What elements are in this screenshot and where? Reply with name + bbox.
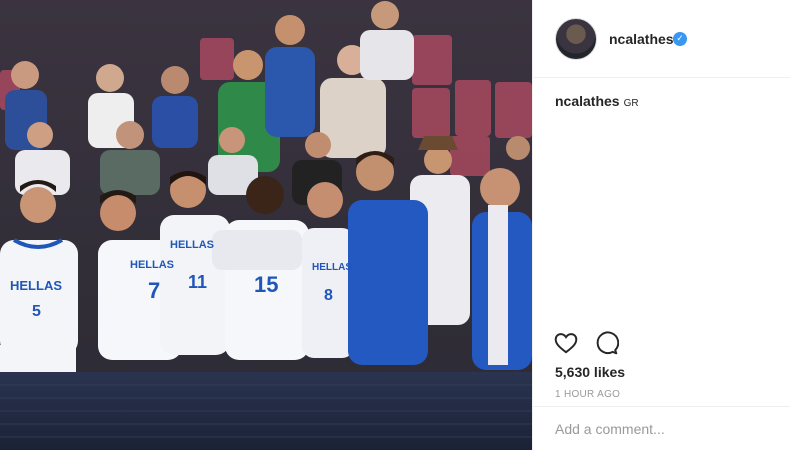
post-header: ncalathes ✓	[533, 0, 790, 78]
jersey-number-2: 7	[148, 278, 160, 303]
jersey-text-1: HELLAS	[10, 278, 62, 293]
likes-count[interactable]: 5,630 likes	[555, 364, 625, 380]
post-side-panel: ncalathes ✓ ncalathes GR 5,630 likes 1 HO…	[532, 0, 790, 450]
basketball-team-photo: HELLAS 5 HELLAS 7 HELLAS 11 15 HELLAS 8	[0, 0, 532, 450]
jersey-text-2: HELLAS	[130, 259, 174, 271]
heart-icon	[554, 333, 578, 354]
post-timestamp[interactable]: 1 HOUR AGO	[555, 389, 620, 400]
comment-input[interactable]	[555, 421, 775, 437]
jersey-number-1: 5	[32, 303, 41, 320]
jersey-number-3: 11	[188, 272, 207, 292]
jersey-number-5: 8	[324, 287, 333, 304]
header-username[interactable]: ncalathes	[609, 31, 674, 47]
post-photo[interactable]: HELLAS 5 HELLAS 7 HELLAS 11 15 HELLAS 8	[0, 0, 532, 450]
comment-bar	[533, 406, 790, 450]
caption-username[interactable]: ncalathes	[555, 93, 620, 109]
comment-icon	[596, 331, 620, 355]
like-button[interactable]	[553, 330, 579, 356]
jersey-text-4: HELLAS	[312, 262, 352, 273]
jersey-number-4: 15	[254, 272, 278, 297]
caption-text: GR	[623, 98, 639, 109]
jersey-text-3: HELLAS	[170, 239, 214, 251]
post-caption: ncalathes GR	[555, 93, 639, 109]
verified-badge-icon: ✓	[673, 32, 687, 46]
avatar[interactable]	[555, 18, 597, 60]
comment-button[interactable]	[593, 330, 620, 356]
